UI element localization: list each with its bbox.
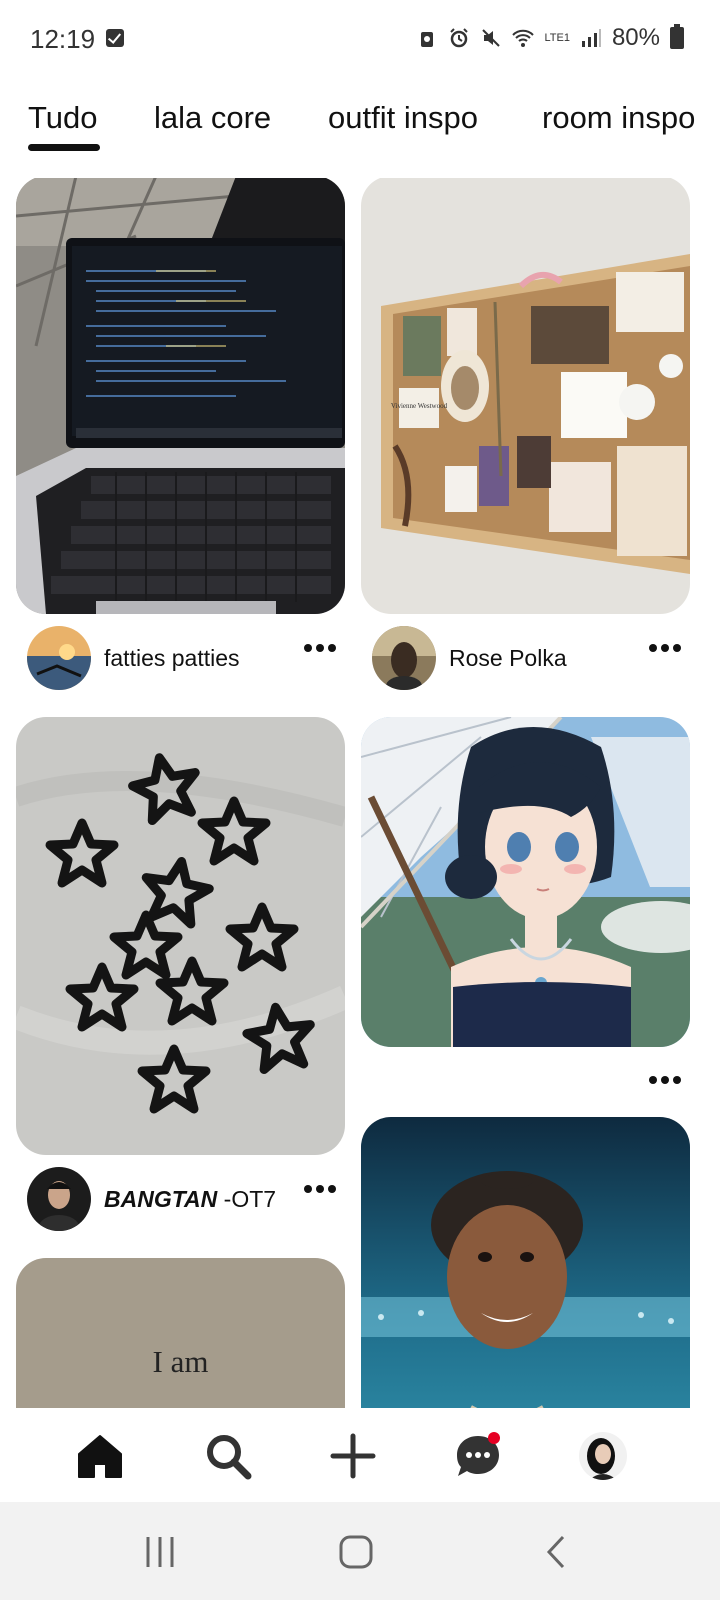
- man-in-beret-portrait: [361, 1117, 690, 1408]
- back-icon: [546, 1535, 565, 1569]
- home-button[interactable]: [334, 1530, 378, 1574]
- home-icon: [78, 1435, 122, 1478]
- more-options-icon[interactable]: [302, 1179, 338, 1193]
- lock-battery-icon: [421, 32, 434, 47]
- nav-messages[interactable]: [448, 1426, 508, 1486]
- battery-icon: [670, 24, 684, 49]
- corkboard-collage-photo: Vivienne Westwood: [361, 178, 690, 614]
- more-options-icon[interactable]: [647, 638, 683, 652]
- tab-lala-core[interactable]: lala core: [154, 100, 271, 136]
- pin-corkboard-meta: Rose Polka: [372, 626, 567, 690]
- anime-girl-parasol-illustration: [361, 717, 690, 1047]
- pin-stars[interactable]: [16, 717, 345, 1155]
- status-time: 12:19: [30, 24, 96, 54]
- pin-anime[interactable]: [361, 717, 690, 1047]
- pin-feed[interactable]: fatties patties Vivienne Westwood Rose P…: [0, 178, 720, 1408]
- checkbox-notification-icon: [106, 29, 124, 47]
- active-tab-indicator: [28, 144, 100, 151]
- profile-avatar: [579, 1432, 627, 1480]
- avatar[interactable]: [372, 626, 436, 690]
- avatar[interactable]: [27, 626, 91, 690]
- pin-portrait[interactable]: [361, 1117, 690, 1408]
- wifi-icon: [512, 29, 535, 47]
- pin-user-name[interactable]: BANGTAN -OT7: [104, 1186, 276, 1213]
- quote-text: I am: [152, 1344, 209, 1379]
- laptop-code-photo: [16, 178, 345, 614]
- mute-icon: [482, 29, 501, 47]
- system-navigation-bar: [0, 1502, 720, 1600]
- add-icon: [330, 1433, 376, 1479]
- nav-search[interactable]: [198, 1426, 258, 1486]
- more-options-icon[interactable]: [302, 638, 338, 652]
- tab-room-inspo[interactable]: room inspo: [542, 100, 695, 136]
- star-hairclips-photo: [16, 717, 345, 1155]
- nav-profile[interactable]: [573, 1426, 633, 1486]
- board-tabs: Tudo lala core outfit inspo room inspo: [0, 100, 720, 160]
- bottom-navigation: [0, 1408, 720, 1502]
- tab-tudo[interactable]: Tudo: [28, 100, 98, 136]
- quote-card: I am: [16, 1258, 345, 1408]
- search-icon: [207, 1435, 252, 1480]
- signal-icon: [581, 29, 601, 47]
- back-button[interactable]: [534, 1530, 578, 1574]
- more-options-icon[interactable]: [647, 1070, 683, 1084]
- pin-user-bold: BANGTAN: [104, 1185, 218, 1212]
- pin-laptop[interactable]: [16, 178, 345, 614]
- notification-badge: [488, 1432, 500, 1444]
- recents-icon: [146, 1537, 174, 1567]
- pin-corkboard[interactable]: Vivienne Westwood: [361, 178, 690, 614]
- nav-create[interactable]: [323, 1426, 383, 1486]
- avatar[interactable]: [27, 1167, 91, 1231]
- recents-button[interactable]: [138, 1530, 182, 1574]
- corkboard-text: Vivienne Westwood: [391, 402, 448, 410]
- pin-quote[interactable]: I am: [16, 1258, 345, 1408]
- status-icons: LTE1 80%: [416, 24, 684, 52]
- pin-user-name[interactable]: fatties patties: [104, 645, 240, 672]
- pin-laptop-meta: fatties patties: [27, 626, 240, 690]
- nav-home[interactable]: [70, 1426, 130, 1486]
- volte-icon: LTE1: [544, 31, 570, 44]
- battery-level: 80%: [611, 24, 660, 51]
- alarm-icon: [450, 28, 469, 48]
- pin-user-suffix: -OT7: [217, 1185, 277, 1212]
- pin-stars-meta: BANGTAN -OT7: [27, 1167, 276, 1231]
- status-bar: 12:19 LTE1 80%: [0, 0, 720, 80]
- pin-user-name[interactable]: Rose Polka: [449, 645, 567, 672]
- tab-outfit-inspo[interactable]: outfit inspo: [328, 100, 478, 136]
- home-circle-icon: [339, 1535, 373, 1569]
